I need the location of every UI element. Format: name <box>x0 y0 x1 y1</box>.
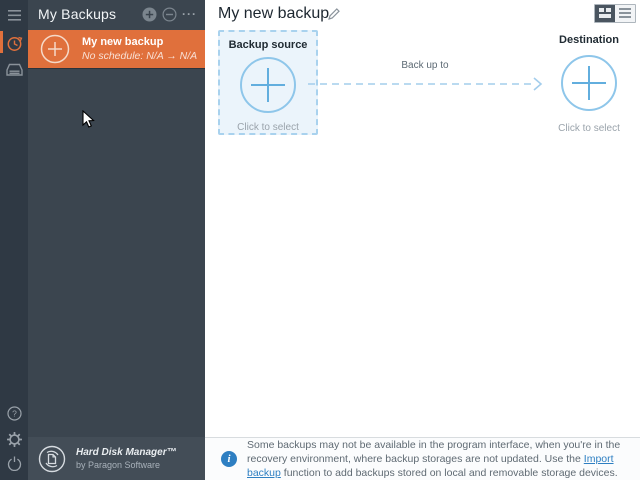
backup-detail-pane: My new backup Backup source Click to sel… <box>205 0 640 480</box>
backup-source-selector[interactable]: Backup source Click to select <box>218 30 318 135</box>
destination-hint: Click to select <box>558 123 620 134</box>
tiles-view-button[interactable] <box>595 5 615 22</box>
drive-icon <box>5 63 23 76</box>
backup-direction-label: Back up to <box>401 60 449 71</box>
list-view-icon <box>619 8 631 18</box>
power-icon <box>7 456 21 471</box>
view-toggle <box>594 4 636 23</box>
rail-item-backup-jobs[interactable] <box>0 30 28 56</box>
svg-text:?: ? <box>12 408 17 418</box>
tiles-view-icon <box>599 8 611 18</box>
destination-title: Destination <box>559 34 619 46</box>
info-text-after: function to add backups stored on local … <box>280 467 618 479</box>
rail-item-help[interactable]: ? <box>0 400 28 426</box>
hamburger-icon <box>7 9 21 21</box>
add-source-icon <box>240 57 296 113</box>
product-name: Hard Disk Manager™ <box>76 447 177 458</box>
sidebar-header: My Backups ··· <box>28 0 205 28</box>
backup-destination-selector[interactable]: Destination Click to select <box>539 30 639 134</box>
backups-sidebar: My Backups ··· My new backup No schedule… <box>28 0 205 480</box>
pencil-icon <box>328 8 340 20</box>
backup-item-schedule: No schedule: N/A → N/A <box>82 50 198 62</box>
info-message: Some backups may not be available in the… <box>247 438 640 480</box>
add-destination-icon <box>561 55 617 111</box>
backup-title: My new backup <box>218 5 330 22</box>
hdm-logo-icon <box>38 445 66 472</box>
dashed-arrow-icon <box>308 77 543 91</box>
source-hint: Click to select <box>237 122 299 133</box>
clock-icon <box>7 36 22 51</box>
rail-item-disk-manager[interactable] <box>0 57 28 83</box>
plus-circle-icon <box>142 7 157 21</box>
remove-backup-button[interactable] <box>162 6 177 22</box>
backup-list-item-selected[interactable]: My new backup No schedule: N/A → N/A <box>28 30 205 68</box>
main-header: My new backup <box>205 0 640 28</box>
question-icon: ? <box>6 405 22 421</box>
rail-item-settings[interactable] <box>0 426 28 452</box>
hamburger-menu-button[interactable] <box>0 2 28 28</box>
sidebar-footer: Hard Disk Manager™ by Paragon Software <box>28 437 205 480</box>
gear-icon <box>6 431 22 447</box>
info-text-before: Some backups may not be available in the… <box>247 439 621 465</box>
more-options-button[interactable]: ··· <box>182 7 197 22</box>
add-backup-button[interactable] <box>142 7 157 22</box>
backup-item-title: My new backup <box>82 36 164 48</box>
minus-circle-icon <box>162 6 177 22</box>
recovery-info-bar: i Some backups may not be available in t… <box>205 437 640 480</box>
left-icon-rail: ? <box>0 0 28 480</box>
rename-backup-button[interactable] <box>327 7 343 23</box>
sidebar-title: My Backups <box>38 6 117 22</box>
list-view-button[interactable] <box>615 5 635 22</box>
rail-item-power[interactable] <box>0 450 28 476</box>
source-title: Backup source <box>228 39 308 51</box>
info-icon: i <box>221 451 237 467</box>
vendor-name: by Paragon Software <box>76 460 161 470</box>
plus-circle-icon <box>40 34 70 64</box>
